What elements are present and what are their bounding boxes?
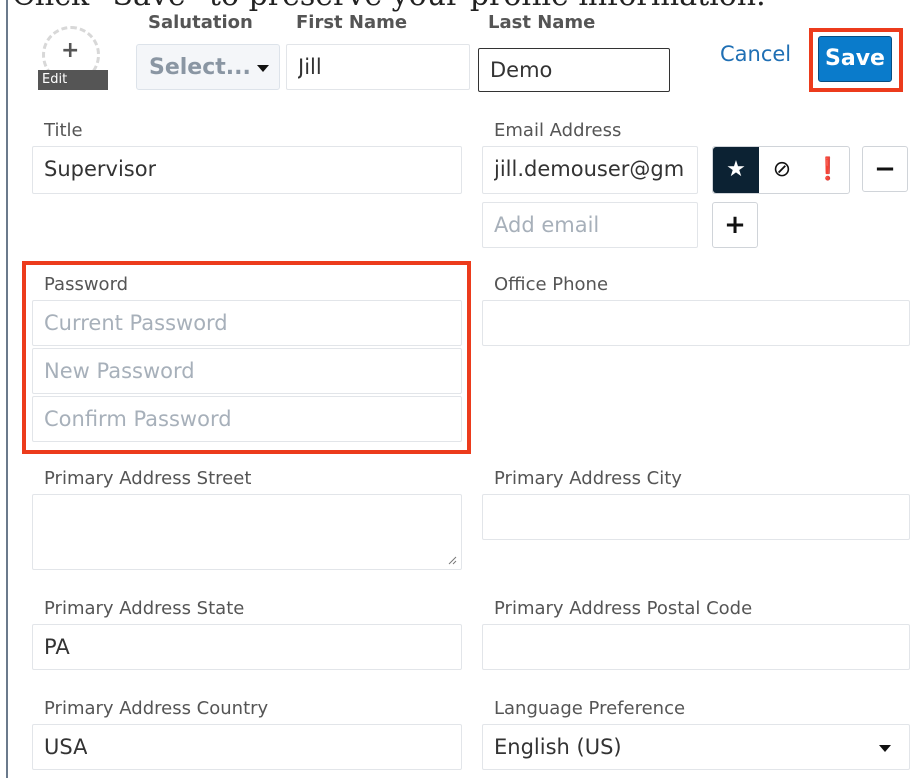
minus-icon: − xyxy=(874,154,896,184)
avatar-upload[interactable]: + Edit xyxy=(38,26,112,90)
salutation-label: Salutation xyxy=(148,12,253,33)
salutation-value: Select... xyxy=(149,55,251,80)
email-label: Email Address xyxy=(494,120,622,141)
first-name-input[interactable]: Jill xyxy=(286,44,470,90)
primary-street-textarea[interactable] xyxy=(32,494,462,570)
office-phone-label: Office Phone xyxy=(494,274,609,295)
primary-street-label: Primary Address Street xyxy=(44,468,252,489)
salutation-select[interactable]: Select... xyxy=(136,44,280,90)
primary-state-value: PA xyxy=(44,635,70,659)
primary-state-label: Primary Address State xyxy=(44,598,245,619)
primary-postal-input[interactable] xyxy=(482,624,910,670)
language-label: Language Preference xyxy=(494,698,686,719)
opt-out-icon[interactable]: ⊘ xyxy=(759,147,805,193)
add-email-input[interactable]: Add email xyxy=(482,202,698,248)
avatar-edit-label[interactable]: Edit xyxy=(38,70,108,90)
chevron-down-icon xyxy=(257,65,269,72)
primary-country-value: USA xyxy=(44,735,88,759)
primary-city-label: Primary Address City xyxy=(494,468,682,489)
star-icon[interactable]: ★ xyxy=(713,147,759,193)
plus-icon: + xyxy=(724,210,746,240)
email-value: jill.demouser@gm xyxy=(494,157,685,181)
office-phone-input[interactable] xyxy=(482,300,910,346)
save-button[interactable]: Save xyxy=(818,36,892,82)
language-value: English (US) xyxy=(494,735,622,759)
remove-email-button[interactable]: − xyxy=(862,146,908,192)
last-name-value: Demo xyxy=(490,58,553,82)
first-name-label: First Name xyxy=(296,12,408,33)
password-highlight-box xyxy=(22,261,471,454)
email-input[interactable]: jill.demouser@gm xyxy=(482,146,698,194)
last-name-input[interactable]: Demo xyxy=(478,48,670,92)
add-email-placeholder: Add email xyxy=(494,213,600,237)
title-value: Supervisor xyxy=(44,157,157,181)
email-options-group: ★ ⊘ ❗ xyxy=(712,146,850,194)
primary-state-input[interactable]: PA xyxy=(32,624,462,670)
primary-country-label: Primary Address Country xyxy=(44,698,269,719)
language-select[interactable]: English (US) xyxy=(482,724,910,770)
primary-city-input[interactable] xyxy=(482,494,910,540)
primary-postal-label: Primary Address Postal Code xyxy=(494,598,753,619)
chevron-down-icon xyxy=(879,745,891,752)
cancel-button[interactable]: Cancel xyxy=(720,42,791,66)
last-name-label: Last Name xyxy=(488,12,596,33)
primary-country-input[interactable]: USA xyxy=(32,724,462,770)
panel-left-border xyxy=(6,0,8,778)
title-input[interactable]: Supervisor xyxy=(32,146,462,194)
invalid-icon[interactable]: ❗ xyxy=(805,147,851,193)
add-email-button[interactable]: + xyxy=(712,202,758,248)
title-label: Title xyxy=(44,120,83,141)
resize-handle-icon[interactable] xyxy=(447,555,457,565)
first-name-value: Jill xyxy=(298,55,322,79)
plus-icon: + xyxy=(61,38,80,63)
